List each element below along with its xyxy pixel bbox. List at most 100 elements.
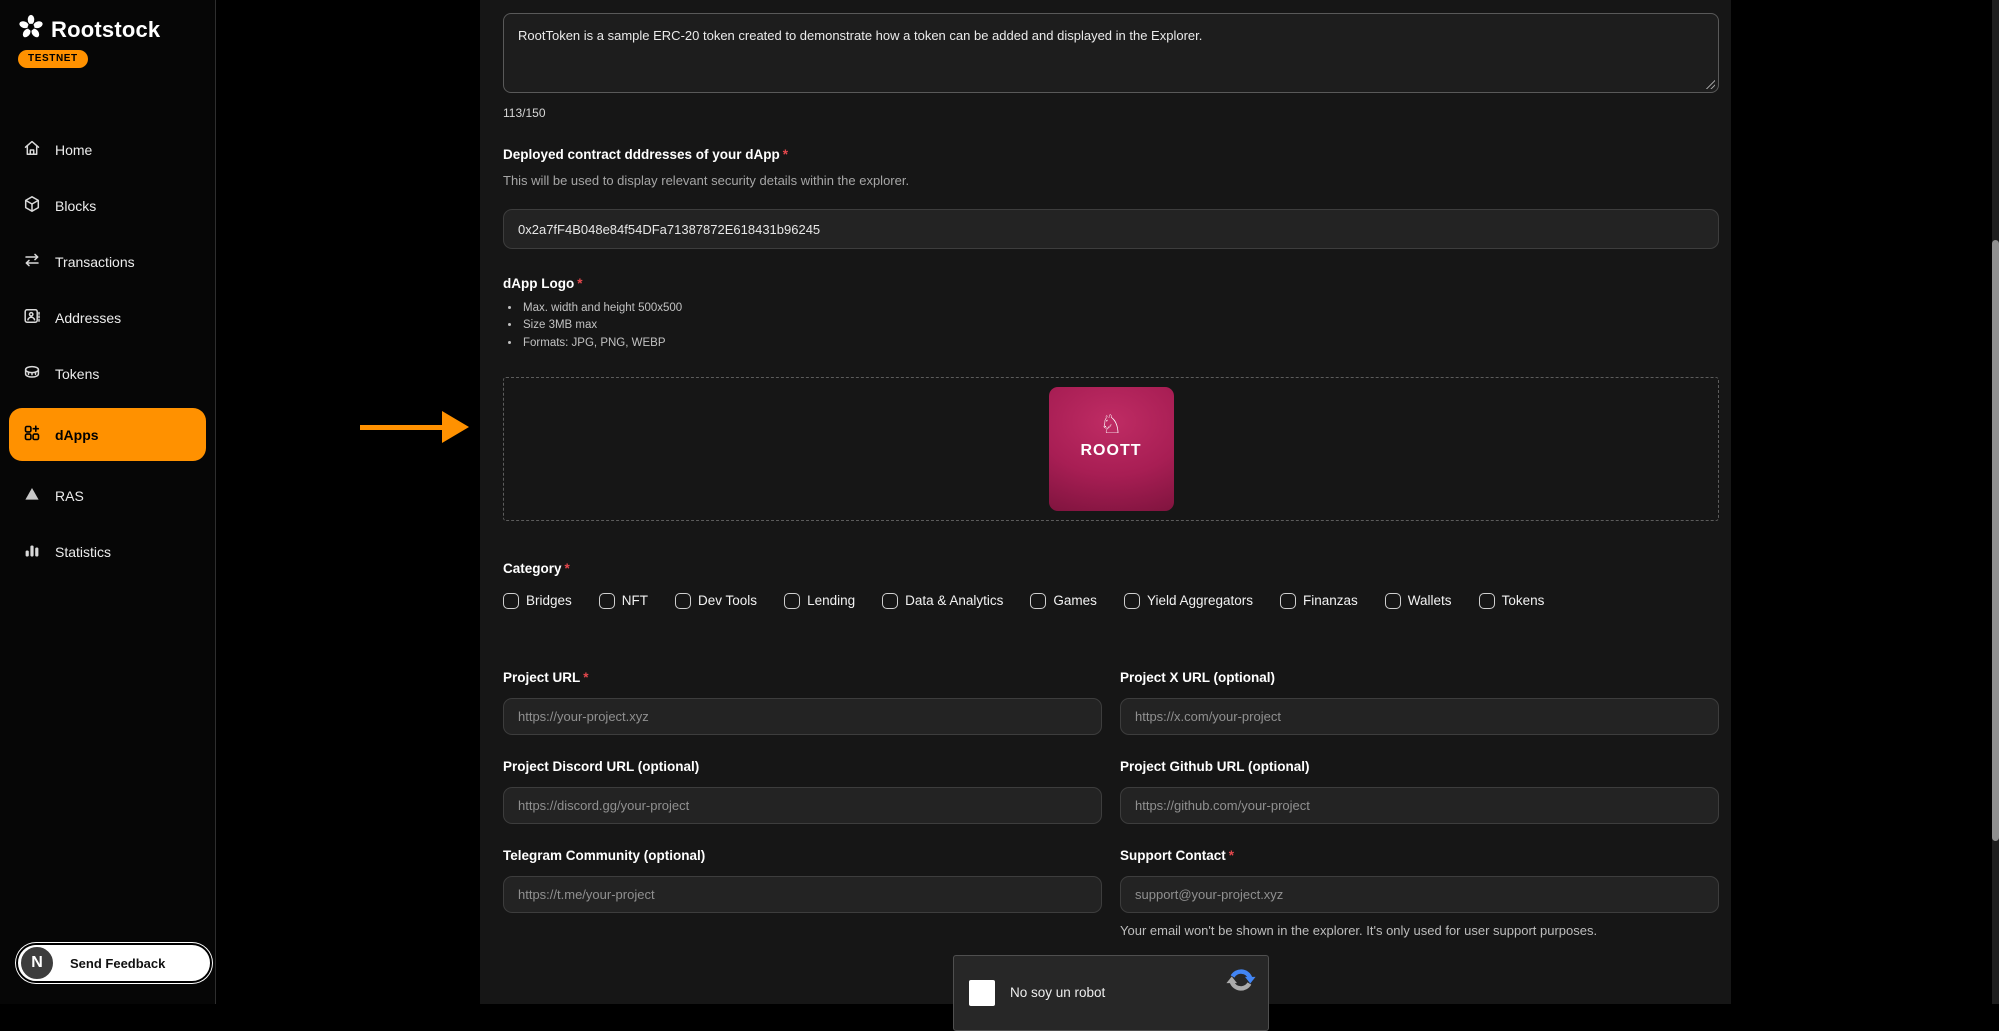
scrollbar[interactable] <box>1992 0 1999 1004</box>
project-url-field: Project URL* <box>503 670 1102 735</box>
knight-icon: ♘ <box>1099 411 1122 437</box>
required-asterisk: * <box>583 670 588 685</box>
sidebar-nav: Home Blocks Transactions <box>0 128 215 573</box>
feedback-avatar: N <box>19 945 55 981</box>
logo-rules-list: Max. width and height 500x500 Size 3MB m… <box>505 300 1719 352</box>
required-asterisk: * <box>783 147 788 162</box>
recaptcha-label: No soy un robot <box>1010 985 1105 1000</box>
rootstock-logo-icon <box>18 14 44 45</box>
category-option-dev-tools[interactable]: Dev Tools <box>675 593 757 609</box>
checkbox[interactable] <box>1385 593 1401 609</box>
sidebar-item-ras[interactable]: RAS <box>9 474 206 517</box>
project-x-url-input[interactable] <box>1120 698 1719 735</box>
checkbox[interactable] <box>599 593 615 609</box>
telegram-community-field: Telegram Community (optional) <box>503 848 1102 938</box>
sidebar: Rootstock TESTNET Home Blocks <box>0 0 216 1004</box>
dapps-grid-icon <box>22 423 42 446</box>
project-url-label: Project URL* <box>503 670 1102 685</box>
sidebar-item-label: Blocks <box>55 198 96 214</box>
dapp-logo-label: dApp Logo* <box>503 276 1719 291</box>
arrow-head <box>442 411 469 443</box>
support-contact-input[interactable] <box>1120 876 1719 913</box>
checkbox[interactable] <box>1280 593 1296 609</box>
logo-rule: Formats: JPG, PNG, WEBP <box>521 335 1719 352</box>
project-x-url-field: Project X URL (optional) <box>1120 670 1719 735</box>
checkbox[interactable] <box>503 593 519 609</box>
sidebar-item-label: Transactions <box>55 254 135 270</box>
sidebar-item-label: Statistics <box>55 544 111 560</box>
recaptcha-icon <box>1226 965 1256 1000</box>
category-option-yield-aggregators[interactable]: Yield Aggregators <box>1124 593 1253 609</box>
checkbox[interactable] <box>882 593 898 609</box>
dapp-submission-form: RootToken is a sample ERC-20 token creat… <box>480 0 1731 1004</box>
support-contact-helper: Your email won't be shown in the explore… <box>1120 923 1719 938</box>
contact-card-icon <box>22 306 42 329</box>
sidebar-item-label: dApps <box>55 427 99 443</box>
logo-preview: ♘ ROOTT <box>1049 387 1174 511</box>
telegram-community-input[interactable] <box>503 876 1102 913</box>
checkbox[interactable] <box>1124 593 1140 609</box>
sidebar-item-dapps[interactable]: dApps <box>9 408 206 461</box>
category-option-nft[interactable]: NFT <box>599 593 648 609</box>
category-option-games[interactable]: Games <box>1030 593 1097 609</box>
scrollbar-thumb[interactable] <box>1992 240 1999 841</box>
testnet-badge: TESTNET <box>18 50 88 68</box>
sidebar-item-label: RAS <box>55 488 84 504</box>
sidebar-item-addresses[interactable]: Addresses <box>9 296 206 339</box>
category-options: Bridges NFT Dev Tools Lending Data & Ana… <box>503 593 1719 609</box>
project-github-url-field: Project Github URL (optional) <box>1120 759 1719 824</box>
category-option-lending[interactable]: Lending <box>784 593 855 609</box>
url-fields-grid: Project URL* Project X URL (optional) Pr… <box>503 670 1719 938</box>
project-github-url-input[interactable] <box>1120 787 1719 824</box>
cube-icon <box>22 194 42 217</box>
category-option-tokens[interactable]: Tokens <box>1479 593 1545 609</box>
feedback-label: Send Feedback <box>70 956 165 971</box>
contract-address-input[interactable] <box>503 209 1719 249</box>
telegram-community-label: Telegram Community (optional) <box>503 848 1102 863</box>
support-contact-field: Support Contact* Your email won't be sho… <box>1120 848 1719 938</box>
sidebar-item-label: Home <box>55 142 92 158</box>
character-counter: 113/150 <box>503 106 1719 120</box>
coin-icon <box>22 362 42 385</box>
send-feedback-button[interactable]: N Send Feedback <box>16 943 212 983</box>
swap-arrows-icon <box>22 250 42 273</box>
logo-rule: Max. width and height 500x500 <box>521 300 1719 317</box>
category-option-data-analytics[interactable]: Data & Analytics <box>882 593 1003 609</box>
checkbox[interactable] <box>1030 593 1046 609</box>
category-option-finanzas[interactable]: Finanzas <box>1280 593 1358 609</box>
project-discord-url-field: Project Discord URL (optional) <box>503 759 1102 824</box>
recaptcha-widget: No soy un robot <box>953 955 1269 1031</box>
contract-addresses-label: Deployed contract dddresses of your dApp… <box>503 147 1719 162</box>
logo-dropzone[interactable]: ♘ ROOTT <box>503 377 1719 521</box>
required-asterisk: * <box>565 561 570 576</box>
arrow-shaft <box>360 425 442 430</box>
category-option-wallets[interactable]: Wallets <box>1385 593 1452 609</box>
home-icon <box>22 138 42 161</box>
category-option-bridges[interactable]: Bridges <box>503 593 572 609</box>
project-x-url-label: Project X URL (optional) <box>1120 670 1719 685</box>
pointer-arrow <box>360 411 469 443</box>
project-discord-url-label: Project Discord URL (optional) <box>503 759 1102 774</box>
bar-chart-icon <box>22 540 42 563</box>
sidebar-item-blocks[interactable]: Blocks <box>9 184 206 227</box>
required-asterisk: * <box>1229 848 1234 863</box>
checkbox[interactable] <box>675 593 691 609</box>
brand: Rootstock <box>0 0 215 45</box>
sidebar-item-tokens[interactable]: Tokens <box>9 352 206 395</box>
support-contact-label: Support Contact* <box>1120 848 1719 863</box>
logo-preview-text: ROOTT <box>1081 442 1142 460</box>
project-url-input[interactable] <box>503 698 1102 735</box>
checkbox[interactable] <box>1479 593 1495 609</box>
sidebar-item-home[interactable]: Home <box>9 128 206 171</box>
project-discord-url-input[interactable] <box>503 787 1102 824</box>
recaptcha-checkbox[interactable] <box>969 980 995 1006</box>
checkbox[interactable] <box>784 593 800 609</box>
sidebar-item-transactions[interactable]: Transactions <box>9 240 206 283</box>
project-github-url-label: Project Github URL (optional) <box>1120 759 1719 774</box>
contract-addresses-helper: This will be used to display relevant se… <box>503 173 1719 188</box>
sidebar-item-statistics[interactable]: Statistics <box>9 530 206 573</box>
dapp-description-textarea[interactable]: RootToken is a sample ERC-20 token creat… <box>503 13 1719 93</box>
brand-name: Rootstock <box>51 17 160 43</box>
mountain-icon <box>22 484 42 507</box>
category-label: Category* <box>503 561 1719 576</box>
